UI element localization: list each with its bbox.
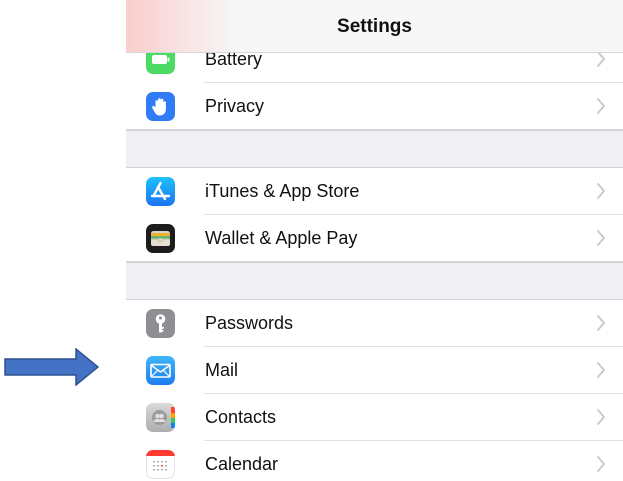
page-title: Settings xyxy=(337,16,412,37)
key-icon xyxy=(146,309,175,338)
app-store-icon xyxy=(146,177,175,206)
arrow-right-icon xyxy=(4,348,99,386)
chevron-right-icon xyxy=(597,183,605,199)
settings-row-label: Calendar xyxy=(205,454,279,474)
settings-row-mail[interactable]: Mail xyxy=(126,347,623,394)
settings-row-passwords[interactable]: Passwords xyxy=(126,300,623,347)
group-spacer xyxy=(126,262,623,300)
settings-screen: Battery Privacy iTunes & App Store Walle… xyxy=(126,0,623,481)
settings-row-contacts[interactable]: Contacts xyxy=(126,394,623,441)
calendar-icon xyxy=(146,450,175,479)
settings-row-label: Passwords xyxy=(205,313,294,333)
settings-row-itunes-app-store[interactable]: iTunes & App Store xyxy=(126,168,623,215)
mail-icon xyxy=(146,356,175,385)
chevron-right-icon xyxy=(597,409,605,425)
chevron-right-icon xyxy=(597,98,605,114)
wallet-icon xyxy=(146,224,175,253)
navigation-bar: Settings xyxy=(126,0,623,53)
chevron-right-icon xyxy=(597,315,605,331)
settings-row-calendar[interactable]: Calendar xyxy=(126,441,623,481)
settings-row-label: Mail xyxy=(205,360,239,380)
screenshot-canvas: Battery Privacy iTunes & App Store Walle… xyxy=(0,0,623,481)
settings-row-label: Contacts xyxy=(205,407,277,427)
row-divider xyxy=(126,129,623,130)
chevron-right-icon xyxy=(597,362,605,378)
chevron-right-icon xyxy=(597,230,605,246)
contacts-icon xyxy=(146,403,175,432)
row-divider xyxy=(126,261,623,262)
settings-row-label: Privacy xyxy=(205,96,265,116)
group-spacer xyxy=(126,130,623,168)
settings-row-label: iTunes & App Store xyxy=(205,181,360,201)
settings-row-wallet-apple-pay[interactable]: Wallet & Apple Pay xyxy=(126,215,623,262)
settings-list: Battery Privacy iTunes & App Store Walle… xyxy=(126,36,623,481)
settings-row-label: Wallet & Apple Pay xyxy=(205,228,358,248)
settings-row-privacy[interactable]: Privacy xyxy=(126,83,623,130)
chevron-right-icon xyxy=(597,456,605,472)
hand-icon xyxy=(146,92,175,121)
